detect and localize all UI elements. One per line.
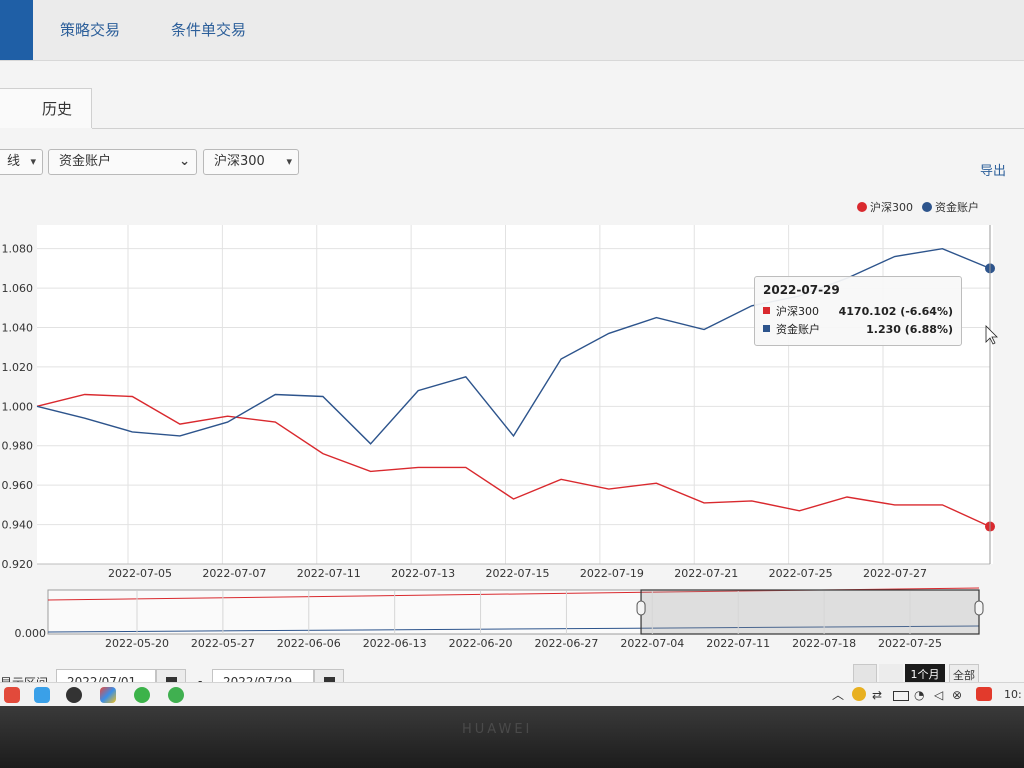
y-tick-label: 0.980 xyxy=(2,440,34,453)
close-circle-icon[interactable]: ⊗ xyxy=(952,687,962,703)
navigator-x-tick-label: 2022-05-20 xyxy=(105,637,169,650)
x-tick-label: 2022-07-27 xyxy=(863,567,927,580)
x-tick-label: 2022-07-25 xyxy=(769,567,833,580)
y-axis-ticks: 0.920 0.940 0.960 0.980 1.000 1.020 1.040 1.060… xyxy=(2,243,34,571)
range-navigator[interactable]: 0.000 xyxy=(15,587,984,640)
y-tick-label: 0.920 xyxy=(2,558,34,571)
tooltip-series-name: 沪深300 xyxy=(776,305,819,318)
wifi-icon[interactable]: ◔ xyxy=(914,687,924,703)
app-icon-red[interactable] xyxy=(4,687,20,703)
series-square-icon xyxy=(763,307,770,314)
x-tick-label: 2022-07-07 xyxy=(202,567,266,580)
navigator-x-tick-label: 2022-07-25 xyxy=(878,637,942,650)
navigator-x-tick-label: 2022-07-18 xyxy=(792,637,856,650)
x-tick-label: 2022-07-13 xyxy=(391,567,455,580)
y-tick-label: 0.960 xyxy=(2,479,34,492)
laptop-bezel xyxy=(0,706,1024,768)
x-tick-label: 2022-07-21 xyxy=(674,567,738,580)
navigator-x-tick-label: 2022-07-04 xyxy=(620,637,684,650)
battery-icon[interactable] xyxy=(893,691,909,701)
tray-app-icon-red[interactable] xyxy=(976,687,992,701)
tray-app-icon[interactable] xyxy=(852,687,866,701)
tooltip-series-value: 4170.102 (-6.64%) xyxy=(838,305,953,318)
x-tick-label: 2022-07-19 xyxy=(580,567,644,580)
series-square-icon xyxy=(763,325,770,332)
taskbar-clock: 10: xyxy=(1004,688,1022,701)
tooltip-row-csi300: 沪深300 4170.102 (-6.64%) xyxy=(763,303,953,321)
y-tick-label: 1.000 xyxy=(2,400,34,413)
navigator-window[interactable] xyxy=(640,589,980,635)
bezel-brand-logo: HUAWEI xyxy=(462,722,533,737)
chart-tooltip: 2022-07-29 沪深300 4170.102 (-6.64%) 资金账户 … xyxy=(754,276,962,346)
y-tick-label: 1.040 xyxy=(2,321,34,334)
app-icon-green[interactable] xyxy=(168,687,184,703)
app-icon-blue-cloud[interactable] xyxy=(34,687,50,703)
qq-icon[interactable] xyxy=(66,687,82,703)
tooltip-date: 2022-07-29 xyxy=(763,283,840,297)
chevron-up-icon[interactable]: ︿ xyxy=(832,687,844,703)
y-tick-label: 1.060 xyxy=(2,282,34,295)
navigator-handle-left[interactable] xyxy=(636,600,646,616)
app-screen: 策略交易 条件单交易 历史 线 ▾ 资金账户 ⌄ 沪深300 ▾ 导出 沪深30… xyxy=(0,0,1024,706)
navigator-handle-right[interactable] xyxy=(974,600,984,616)
volume-icon[interactable]: ◁ xyxy=(934,687,943,703)
navigator-x-tick-label: 2022-07-11 xyxy=(706,637,770,650)
navigator-y-label: 0.000 xyxy=(15,627,47,640)
navigator-x-tick-label: 2022-06-13 xyxy=(363,637,427,650)
taskbar: ︿ ⇄ ◔ ◁ ⊗ 10: xyxy=(0,682,1024,706)
y-tick-label: 1.080 xyxy=(2,243,34,256)
navigator-x-tick-label: 2022-06-20 xyxy=(449,637,513,650)
y-tick-label: 0.940 xyxy=(2,519,34,532)
x-tick-label: 2022-07-05 xyxy=(108,567,172,580)
y-tick-label: 1.020 xyxy=(2,361,34,374)
x-axis-ticks: 2022-07-05 2022-07-07 2022-07-11 2022-07-13… xyxy=(108,567,927,580)
tooltip-row-fund-account: 资金账户 1.230 (6.88%) xyxy=(763,321,953,339)
app-icon-multicolor[interactable] xyxy=(100,687,116,703)
x-tick-label: 2022-07-15 xyxy=(486,567,550,580)
wechat-icon[interactable] xyxy=(134,687,150,703)
transfer-icon[interactable]: ⇄ xyxy=(872,687,882,703)
navigator-x-tick-label: 2022-06-27 xyxy=(534,637,598,650)
tooltip-series-value: 1.230 (6.88%) xyxy=(866,323,953,336)
tooltip-series-name: 资金账户 xyxy=(776,323,820,336)
navigator-x-tick-label: 2022-06-06 xyxy=(277,637,341,650)
navigator-x-tick-label: 2022-05-27 xyxy=(191,637,255,650)
x-tick-label: 2022-07-11 xyxy=(297,567,361,580)
